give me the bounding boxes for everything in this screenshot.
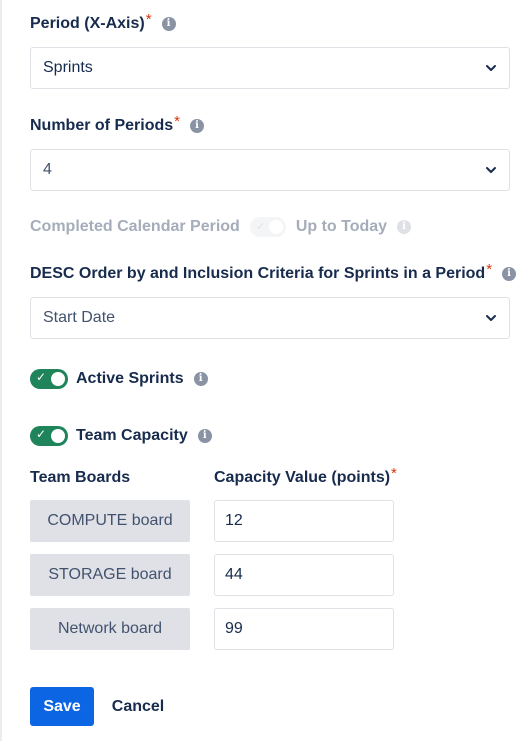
info-icon[interactable]: i xyxy=(502,267,517,281)
number-of-periods-value: 4 xyxy=(43,161,52,178)
capacity-value-header: Capacity Value (points) * xyxy=(214,465,397,487)
chevron-down-icon xyxy=(486,315,496,321)
toggle-knob xyxy=(268,220,283,234)
number-of-periods-label: Number of Periods * i xyxy=(30,113,204,135)
team-boards-header: Team Boards xyxy=(30,469,130,487)
toggle-knob xyxy=(51,372,65,386)
calendar-period-row: Completed Calendar Period ✓ Up to Today … xyxy=(30,216,412,238)
team-capacity-row: ✓ Team Capacity i xyxy=(30,425,212,447)
info-icon[interactable]: i xyxy=(197,429,212,443)
toggle-knob xyxy=(51,429,65,443)
period-select[interactable]: Sprints xyxy=(30,47,510,89)
required-mark: * xyxy=(486,260,493,278)
up-to-today-label: Up to Today xyxy=(295,218,388,235)
capacity-input-storage[interactable] xyxy=(214,554,394,596)
settings-panel: Period (X-Axis) * i Sprints Number of Pe… xyxy=(0,0,526,741)
active-sprints-label: Active Sprints xyxy=(76,370,184,387)
board-storage: STORAGE board xyxy=(30,554,190,596)
check-icon: ✓ xyxy=(36,427,47,441)
capacity-input-compute[interactable] xyxy=(214,500,394,542)
number-of-periods-select[interactable]: 4 xyxy=(30,149,510,191)
board-compute: COMPUTE board xyxy=(30,500,190,542)
info-icon[interactable]: i xyxy=(193,372,208,386)
number-of-periods-label-text: Number of Periods xyxy=(30,117,174,134)
info-icon[interactable]: i xyxy=(189,119,204,133)
period-label-text: Period (X-Axis) xyxy=(30,15,145,32)
calendar-period-toggle[interactable]: ✓ xyxy=(249,217,286,237)
order-label-text: DESC Order by and Inclusion Criteria for… xyxy=(30,265,486,282)
capacity-value-header-text: Capacity Value (points) xyxy=(214,469,391,486)
board-network: Network board xyxy=(30,608,190,650)
cancel-button[interactable]: Cancel xyxy=(102,687,174,726)
calendar-period-label: Completed Calendar Period xyxy=(30,218,240,235)
order-select-value: Start Date xyxy=(43,309,116,326)
required-mark: * xyxy=(145,10,152,28)
team-capacity-label: Team Capacity xyxy=(76,427,188,444)
capacity-input-network[interactable] xyxy=(214,608,394,650)
chevron-down-icon xyxy=(486,167,496,173)
check-icon: ✓ xyxy=(36,370,47,384)
check-icon: ✓ xyxy=(255,221,266,233)
info-icon[interactable]: i xyxy=(161,17,176,31)
chevron-down-icon xyxy=(486,65,496,71)
required-mark: * xyxy=(174,112,180,130)
active-sprints-toggle[interactable]: ✓ xyxy=(30,369,68,389)
period-select-value: Sprints xyxy=(43,59,93,76)
required-mark: * xyxy=(391,464,397,482)
order-label: DESC Order by and Inclusion Criteria for… xyxy=(30,261,517,283)
team-boards-header-text: Team Boards xyxy=(30,469,131,486)
period-label: Period (X-Axis) * i xyxy=(30,11,176,33)
team-capacity-toggle[interactable]: ✓ xyxy=(30,426,68,446)
active-sprints-row: ✓ Active Sprints i xyxy=(30,368,208,390)
order-select[interactable]: Start Date xyxy=(30,297,510,339)
save-button[interactable]: Save xyxy=(30,687,94,726)
info-icon[interactable]: i xyxy=(397,220,412,234)
